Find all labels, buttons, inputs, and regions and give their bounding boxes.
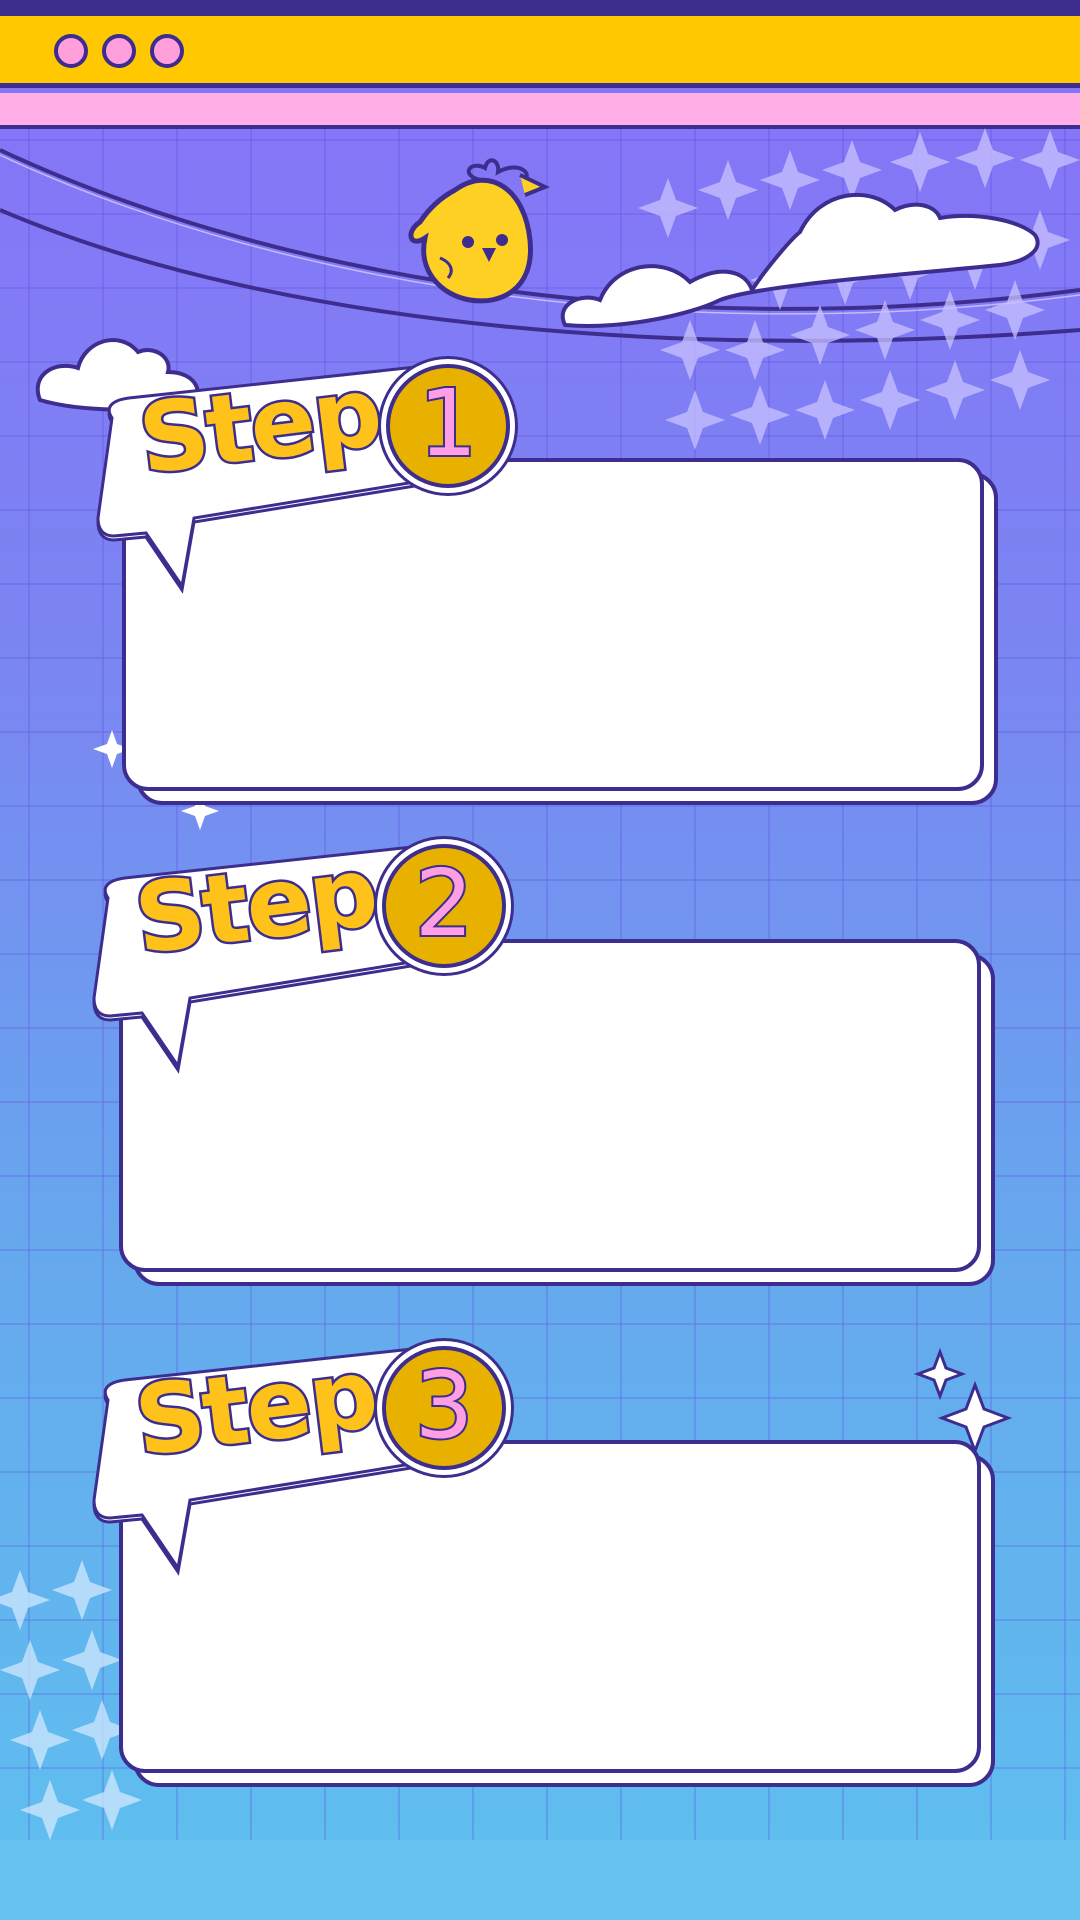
step-number: 3 <box>413 1352 476 1459</box>
step-tag-3: Step 3 <box>90 1335 530 1584</box>
step-label: Step <box>127 833 385 979</box>
window-top-strip <box>0 0 1080 16</box>
step-label: Step <box>127 1335 385 1481</box>
pink-toolbar <box>0 93 1080 129</box>
window-dot-1[interactable] <box>54 34 88 68</box>
step-number-badge: 1 <box>386 364 510 488</box>
step-tag-1: Step 1 <box>94 353 534 602</box>
window-dot-2[interactable] <box>102 34 136 68</box>
window-controls <box>54 34 184 68</box>
step-number-badge: 3 <box>382 1346 506 1470</box>
window-titlebar <box>0 16 1080 88</box>
step-tag-2: Step 2 <box>90 833 530 1082</box>
step-number: 2 <box>413 850 476 957</box>
step-label: Step <box>131 353 389 499</box>
bottom-band <box>0 1840 1080 1920</box>
window-dot-3[interactable] <box>150 34 184 68</box>
step-number-badge: 2 <box>382 844 506 968</box>
step-number: 1 <box>417 370 480 477</box>
